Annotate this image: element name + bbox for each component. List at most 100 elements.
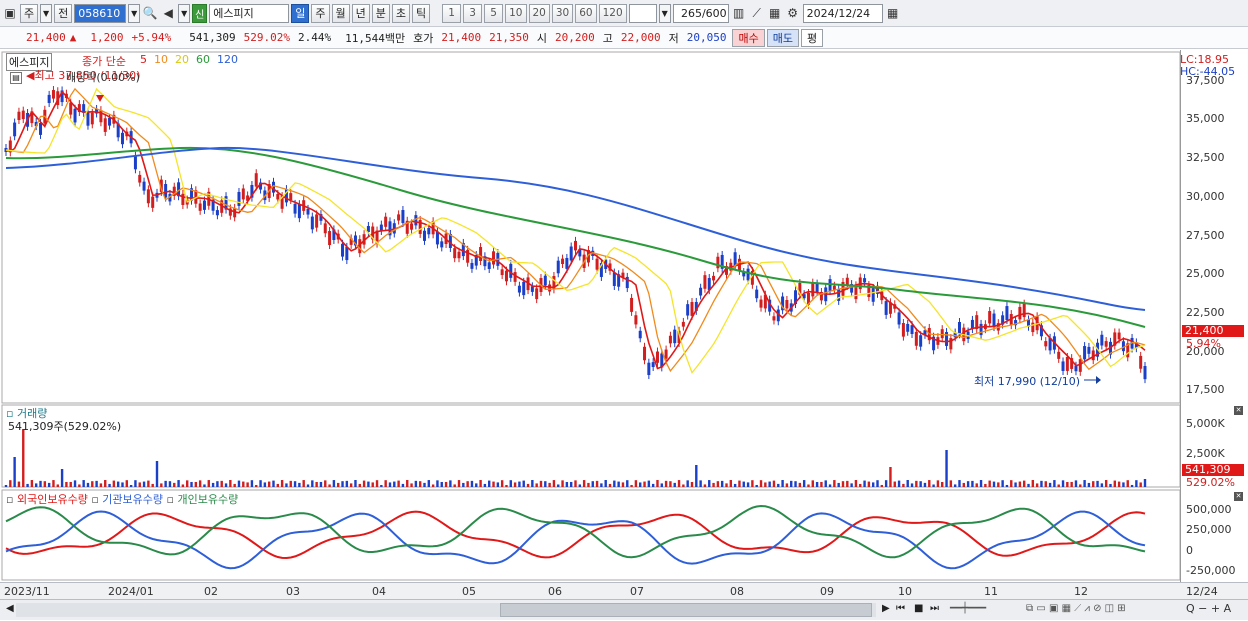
volume-bar bbox=[928, 480, 931, 487]
layout-icons[interactable]: ⧉ ▭ ▣ ▦ ⟋ ⩘ ⊘ ◫ ⊞ bbox=[1026, 603, 1126, 614]
interval-dropdown-icon[interactable]: ▼ bbox=[658, 3, 671, 23]
volume-bar bbox=[237, 480, 241, 487]
scroll-thumb[interactable] bbox=[500, 603, 872, 617]
last-volume-tag: 541,309 bbox=[1182, 464, 1244, 476]
stop-icon[interactable]: ■ bbox=[914, 603, 923, 614]
scroll-left-icon[interactable]: ◀ bbox=[6, 603, 14, 614]
volume-bar bbox=[863, 480, 866, 487]
volume-bar bbox=[1048, 482, 1052, 487]
volume-bar bbox=[78, 484, 81, 487]
volume-bar bbox=[548, 482, 551, 487]
period-week-button[interactable]: 주 bbox=[311, 3, 330, 23]
candle-body bbox=[90, 112, 94, 125]
volume-bar bbox=[475, 483, 478, 487]
interval-5-button[interactable]: 5 bbox=[484, 3, 504, 23]
candle-body bbox=[470, 262, 474, 269]
range-slider-icon[interactable]: ━━┿━━━ bbox=[950, 603, 986, 614]
play-icon[interactable]: ▶ bbox=[882, 603, 890, 614]
search-icon[interactable]: 🔍 bbox=[142, 4, 158, 23]
eval-button[interactable]: 평 bbox=[800, 28, 824, 47]
chart-type-icon[interactable]: ▥ bbox=[731, 4, 747, 23]
date-input[interactable]: 2024/12/24 bbox=[802, 3, 883, 23]
low-note: 최저 17,990 (12/10) bbox=[974, 375, 1081, 388]
candle-body bbox=[276, 193, 280, 200]
prev-button[interactable]: 전 bbox=[54, 3, 73, 23]
candle-body bbox=[1087, 346, 1091, 354]
interval-20-button[interactable]: 20 bbox=[528, 3, 550, 23]
hold-y-label-500000: 500,000 bbox=[1186, 503, 1232, 516]
volume-bar bbox=[759, 480, 763, 487]
low-label: 저 bbox=[668, 31, 679, 45]
candle-body bbox=[151, 196, 155, 208]
volume-close-icon[interactable]: ✕ bbox=[1234, 406, 1243, 415]
volume-bar bbox=[250, 480, 254, 487]
interval-60-button[interactable]: 60 bbox=[575, 3, 597, 23]
volume-bar bbox=[531, 480, 534, 487]
chart-area[interactable]: 에스피지 종가 단순 5 10 20 60 120 ◀최고 37,850 (11… bbox=[0, 50, 1248, 621]
period-tick-button[interactable]: 틱 bbox=[412, 3, 431, 23]
last-icon[interactable]: ⏭ bbox=[930, 603, 939, 614]
volume-bar bbox=[397, 480, 400, 487]
settings-gear-icon[interactable]: ⚙ bbox=[785, 4, 801, 23]
volume-bar bbox=[311, 480, 314, 487]
zoom-controls[interactable]: Q − + A bbox=[1186, 602, 1231, 615]
period-day-button[interactable]: 일 bbox=[291, 3, 310, 23]
candle-body bbox=[47, 94, 51, 104]
x-label-04: 04 bbox=[372, 585, 386, 598]
volume-bar bbox=[841, 481, 845, 487]
calendar-icon[interactable]: ▦ bbox=[885, 4, 901, 23]
grid-icon[interactable]: ▦ bbox=[767, 4, 783, 23]
type-dropdown-icon[interactable]: ▼ bbox=[40, 3, 53, 23]
interval-custom-input[interactable] bbox=[628, 3, 657, 23]
x-label-02: 02 bbox=[204, 585, 218, 598]
code-dropdown-icon[interactable]: ▼ bbox=[128, 3, 141, 23]
candle-body bbox=[422, 230, 426, 241]
sound-dropdown-icon[interactable]: ▼ bbox=[178, 3, 191, 23]
volume-bar bbox=[919, 481, 922, 487]
interval-1-button[interactable]: 1 bbox=[442, 3, 462, 23]
buy-button[interactable]: 매수 bbox=[732, 28, 765, 47]
sell-button[interactable]: 매도 bbox=[766, 28, 799, 47]
candle-body bbox=[643, 346, 647, 361]
volume-bar bbox=[211, 482, 215, 487]
volume-bar bbox=[1057, 484, 1060, 487]
interval-3-button[interactable]: 3 bbox=[463, 3, 483, 23]
candle-body bbox=[500, 269, 504, 276]
period-month-button[interactable]: 월 bbox=[331, 3, 350, 23]
volume-bar bbox=[56, 484, 59, 487]
first-icon[interactable]: ⏮ bbox=[896, 603, 905, 614]
holdings-close-icon[interactable]: ✕ bbox=[1234, 492, 1243, 501]
volume-bar bbox=[828, 484, 832, 487]
volume-bar bbox=[427, 480, 431, 487]
type-button[interactable]: 주 bbox=[20, 3, 39, 23]
interval-120-button[interactable]: 120 bbox=[598, 3, 627, 23]
chart-canvas[interactable] bbox=[0, 50, 1248, 621]
draw-tool-icon[interactable]: ⟋ bbox=[749, 4, 765, 23]
individual-legend: 개인보유수량 bbox=[177, 493, 239, 506]
volume-bar bbox=[151, 483, 154, 487]
panel-menu-icon[interactable]: ▤ bbox=[10, 72, 22, 84]
volume-bar bbox=[9, 480, 12, 487]
volume-bar bbox=[673, 482, 676, 487]
volume-bar bbox=[742, 481, 745, 487]
sound-icon[interactable]: ◀ bbox=[160, 4, 176, 23]
volume-bar bbox=[1066, 482, 1069, 487]
period-second-button[interactable]: 초 bbox=[391, 3, 410, 23]
period-minute-button[interactable]: 분 bbox=[371, 3, 390, 23]
candle-body bbox=[772, 316, 776, 321]
stock-name-field[interactable]: 에스피지 bbox=[209, 3, 290, 23]
interval-30-button[interactable]: 30 bbox=[551, 3, 574, 23]
period-year-button[interactable]: 년 bbox=[351, 3, 370, 23]
window-icon[interactable]: ▣ bbox=[2, 4, 18, 23]
x-label-12-24: 12/24 bbox=[1186, 585, 1218, 598]
count-field[interactable]: 265/600 bbox=[672, 3, 729, 23]
stock-code-input[interactable]: 058610 bbox=[74, 3, 127, 23]
candle-body bbox=[138, 174, 142, 183]
candle-body bbox=[755, 289, 759, 299]
volume-bar bbox=[155, 461, 159, 487]
toolbar-main: ▣ 주 ▼ 전 058610 ▼ 🔍 ◀ ▼ 신 에스피지 일 주 월 년 분 … bbox=[0, 0, 1248, 27]
volume-bar bbox=[833, 480, 836, 487]
volume-bar bbox=[129, 484, 133, 487]
bottom-scrollbar[interactable]: ◀ ▶ ⏮ ■ ⏭ ━━┿━━━ ⧉ ▭ ▣ ▦ ⟋ ⩘ ⊘ ◫ ⊞ Q − +… bbox=[0, 599, 1248, 620]
interval-10-button[interactable]: 10 bbox=[505, 3, 527, 23]
